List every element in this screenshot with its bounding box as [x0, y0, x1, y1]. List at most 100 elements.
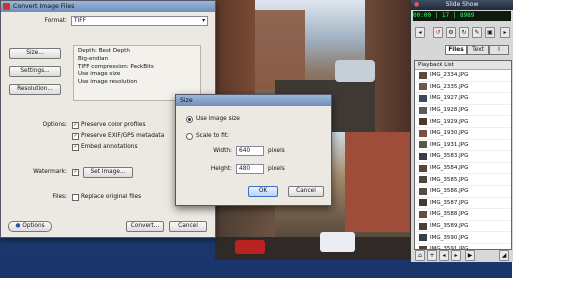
- list-item[interactable]: IMG_1927.JPG: [415, 93, 511, 105]
- size-dialog-title: Size: [180, 97, 193, 104]
- prev-icon[interactable]: ◂: [439, 250, 449, 261]
- summary-line: TIFF compression: PackBits: [78, 63, 154, 70]
- replace-original-label: Replace original files: [81, 194, 142, 200]
- height-unit: pixels: [268, 166, 285, 172]
- thumbnail-image: [419, 210, 427, 218]
- files-label: Files:: [52, 194, 67, 200]
- replace-original-checkbox[interactable]: [72, 194, 79, 201]
- scale-to-fit-label: Scale to fit:: [196, 133, 229, 139]
- resolution-button[interactable]: Resolution...: [9, 84, 61, 95]
- thumbnail-image: [419, 141, 427, 149]
- preserve-color-profiles-checkbox[interactable]: ✓: [72, 122, 79, 129]
- resize-icon[interactable]: ◢: [499, 250, 509, 261]
- width-field[interactable]: 640: [236, 146, 264, 156]
- list-item[interactable]: IMG_1930.JPG: [415, 128, 511, 140]
- list-item[interactable]: IMG_3583.JPG: [415, 151, 511, 163]
- list-item[interactable]: IMG_3590.JPG: [415, 232, 511, 244]
- settings-icon[interactable]: ⚙: [446, 27, 456, 38]
- list-item[interactable]: IMG_1931.JPG: [415, 140, 511, 152]
- refresh-icon[interactable]: ↻: [459, 27, 469, 38]
- file-name: IMG_3588.JPG: [430, 211, 469, 218]
- size-dialog: Size Use image size Scale to fit: Width:…: [175, 94, 332, 206]
- back-icon[interactable]: ◂: [415, 27, 425, 38]
- playback-counter: 00:00 | 17 | 8989: [413, 11, 511, 21]
- thumbnail-image: [419, 129, 427, 137]
- tab-i[interactable]: I: [489, 45, 509, 55]
- slide-show-title: Slide Show: [445, 1, 479, 8]
- thumbnail-image: [419, 118, 427, 126]
- file-name: IMG_2335.JPG: [430, 83, 469, 90]
- thumbnail-image: [419, 222, 427, 230]
- options-gear-icon: ●: [15, 223, 21, 229]
- file-name: IMG_1930.JPG: [430, 130, 469, 137]
- height-label: Height:: [210, 166, 232, 172]
- scale-to-fit-radio[interactable]: [186, 133, 193, 140]
- height-field[interactable]: 480: [236, 164, 264, 174]
- file-name: IMG_1929.JPG: [430, 118, 469, 125]
- size-cancel-button[interactable]: Cancel: [288, 186, 324, 197]
- file-name: IMG_3585.JPG: [430, 176, 469, 183]
- list-item[interactable]: IMG_2335.JPG: [415, 82, 511, 94]
- list-item[interactable]: IMG_3587.JPG: [415, 198, 511, 210]
- summary-line: Big-endian: [78, 55, 109, 62]
- thumbnail-image: [419, 234, 427, 242]
- next-icon[interactable]: ▸: [451, 250, 461, 261]
- app-icon: [3, 3, 10, 10]
- list-item[interactable]: IMG_3589.JPG: [415, 221, 511, 233]
- watermark-checkbox[interactable]: ✓: [72, 169, 79, 176]
- size-dialog-titlebar[interactable]: Size: [176, 95, 331, 106]
- thumbnail-image: [419, 71, 427, 79]
- file-name: IMG_1927.JPG: [430, 95, 469, 102]
- thumbnail-image: [419, 164, 427, 172]
- slide-show-panel: ● Slide Show 00:00 | 17 | 8989 ◂ ↺ ⚙ ↻ ✎…: [410, 0, 513, 262]
- tab-text[interactable]: Text: [467, 45, 489, 55]
- playback-list: Playback List IMG_2334.JPG IMG_2335.JPG IM…: [414, 60, 512, 250]
- thumbnail-image: [419, 94, 427, 102]
- lock-icon[interactable]: ▣: [485, 27, 495, 38]
- format-select[interactable]: TIFF ▾: [71, 16, 208, 26]
- set-image-button[interactable]: Set Image...: [83, 167, 133, 178]
- list-item[interactable]: IMG_3584.JPG: [415, 163, 511, 175]
- preserve-exif-checkbox[interactable]: ✓: [72, 133, 79, 140]
- list-item[interactable]: IMG_3588.JPG: [415, 209, 511, 221]
- file-name: IMG_1931.JPG: [430, 141, 469, 148]
- options-button[interactable]: ● Options: [8, 221, 52, 232]
- settings-button[interactable]: Settings...: [9, 66, 61, 77]
- thumbnail-image: [419, 176, 427, 184]
- list-item[interactable]: IMG_2334.JPG: [415, 70, 511, 82]
- play-icon[interactable]: ▶: [465, 250, 475, 261]
- more-icon[interactable]: ▸: [500, 27, 510, 38]
- summary-line: Use image size: [78, 71, 121, 78]
- list-item[interactable]: IMG_1929.JPG: [415, 116, 511, 128]
- cancel-button[interactable]: Cancel: [169, 221, 207, 232]
- use-image-size-radio[interactable]: [186, 116, 193, 123]
- tab-files[interactable]: Files: [445, 45, 467, 55]
- embed-annotations-label: Embed annotations: [81, 144, 138, 150]
- file-name: IMG_3583.JPG: [430, 153, 469, 160]
- slide-show-titlebar[interactable]: ● Slide Show: [411, 0, 513, 10]
- undo-icon[interactable]: ↺: [433, 27, 443, 38]
- chevron-down-icon: ▾: [202, 18, 205, 24]
- home-icon[interactable]: ⌂: [415, 250, 425, 261]
- file-name: IMG_3590.JPG: [430, 234, 469, 241]
- options-label: Options:: [42, 122, 67, 128]
- list-item[interactable]: IMG_3585.JPG: [415, 174, 511, 186]
- convert-dialog-titlebar[interactable]: Convert Image Files: [1, 1, 215, 12]
- thumbnail-image: [419, 152, 427, 160]
- ok-button[interactable]: OK: [248, 186, 278, 197]
- watermark-label: Watermark:: [33, 169, 67, 175]
- size-button[interactable]: Size...: [9, 48, 61, 59]
- file-name: IMG_3586.JPG: [430, 188, 469, 195]
- close-icon[interactable]: ●: [414, 0, 419, 10]
- convert-dialog-title: Convert Image Files: [13, 3, 75, 10]
- list-item[interactable]: IMG_3586.JPG: [415, 186, 511, 198]
- thumbnail-image: [419, 83, 427, 91]
- file-name: IMG_3584.JPG: [430, 165, 469, 172]
- convert-button[interactable]: Convert...: [126, 221, 164, 232]
- tool-icon[interactable]: ✎: [472, 27, 482, 38]
- width-label: Width:: [213, 148, 232, 154]
- use-image-size-label: Use image size: [196, 116, 240, 122]
- add-icon[interactable]: +: [427, 250, 437, 261]
- list-item[interactable]: IMG_1928.JPG: [415, 105, 511, 117]
- embed-annotations-checkbox[interactable]: ✓: [72, 144, 79, 151]
